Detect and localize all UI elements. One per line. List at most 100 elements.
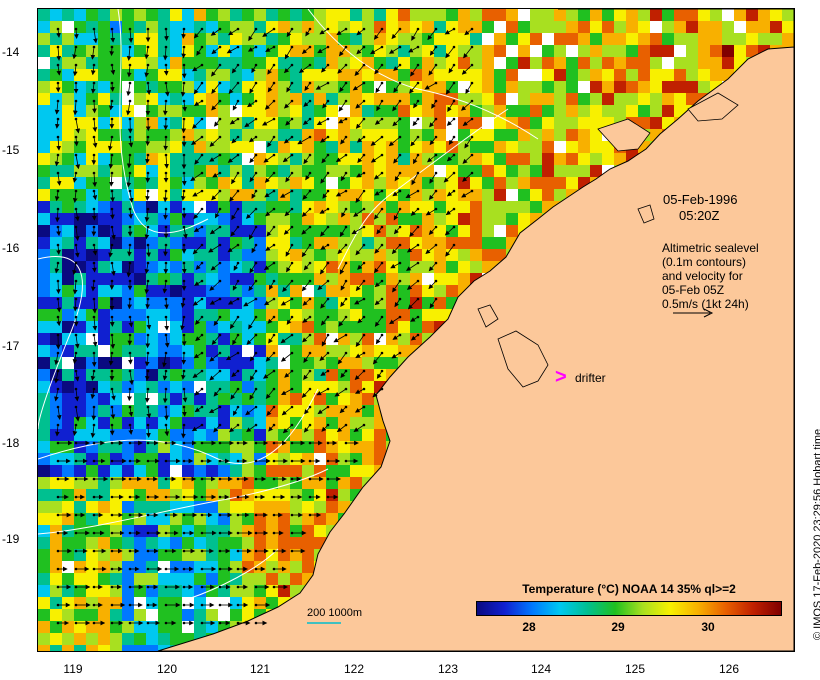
sst-cell [98, 417, 110, 429]
vector-origin [290, 279, 294, 283]
sst-cell [326, 357, 338, 369]
sst-cell [230, 393, 242, 405]
sst-cell [230, 165, 242, 177]
sst-cell [170, 21, 182, 33]
vector-origin [344, 225, 348, 229]
sst-cell [254, 597, 266, 609]
sst-cell [50, 333, 62, 345]
sst-cell [686, 69, 698, 81]
sst-cell [278, 153, 290, 165]
sst-cell [278, 189, 290, 201]
sst-cell [326, 93, 338, 105]
sst-cell [314, 153, 326, 165]
sst-cell [74, 429, 86, 441]
vector-origin [344, 279, 348, 283]
sst-cell [554, 153, 566, 165]
sst-cell [134, 333, 146, 345]
sst-cell [302, 393, 314, 405]
sst-cell [218, 525, 230, 537]
vector-origin [164, 117, 168, 121]
vector-origin [110, 81, 114, 85]
vector-origin [362, 243, 366, 247]
vector-origin [128, 45, 132, 49]
sst-cell [50, 177, 62, 189]
sst-cell [110, 321, 122, 333]
sst-cell [98, 153, 110, 165]
sst-cell [50, 117, 62, 129]
sst-cell [758, 33, 770, 45]
sst-cell [542, 105, 554, 117]
vector-origin [74, 243, 78, 247]
vector-origin [344, 153, 348, 157]
sst-cell [494, 57, 506, 69]
vector-origin [254, 135, 258, 139]
sst-cell [350, 177, 362, 189]
sst-cell [386, 9, 398, 21]
sst-cell [50, 273, 62, 285]
sst-cell [326, 501, 338, 513]
vector-origin [380, 369, 384, 373]
vector-origin [398, 207, 402, 211]
sst-cell [206, 105, 218, 117]
sst-cell [98, 333, 110, 345]
sst-cell [494, 165, 506, 177]
sst-cell [434, 213, 446, 225]
vector-origin [56, 135, 60, 139]
vector-origin [164, 621, 168, 625]
sst-cell [422, 21, 434, 33]
sst-cell [170, 309, 182, 321]
vector-origin [326, 279, 330, 283]
sst-cell [410, 333, 422, 345]
sst-cell [170, 237, 182, 249]
sst-cell [158, 213, 170, 225]
sst-cell [254, 525, 266, 537]
vector-origin [290, 315, 294, 319]
vector-origin [308, 207, 312, 211]
sst-cell [554, 81, 566, 93]
sst-cell [278, 405, 290, 417]
sst-cell [182, 105, 194, 117]
sst-cell [482, 237, 494, 249]
sst-cell [158, 129, 170, 141]
sst-cell [434, 141, 446, 153]
sst-cell [38, 189, 50, 201]
sst-cell [362, 21, 374, 33]
vector-origin [218, 369, 222, 373]
sst-cell [422, 321, 434, 333]
sst-cell [110, 645, 122, 651]
vector-origin [128, 477, 132, 481]
sst-cell [50, 45, 62, 57]
vector-origin [326, 117, 330, 121]
sst-cell [206, 381, 218, 393]
sst-cell [446, 249, 458, 261]
sst-cell [50, 597, 62, 609]
sst-cell [434, 69, 446, 81]
sst-cell [206, 609, 218, 621]
sst-cell [662, 93, 674, 105]
vector-origin [308, 513, 312, 517]
sst-cell [566, 45, 578, 57]
sst-cell [338, 297, 350, 309]
vector-origin [218, 315, 222, 319]
vector-origin [290, 297, 294, 301]
sst-cell [182, 465, 194, 477]
sst-cell [374, 141, 386, 153]
sst-cell [482, 93, 494, 105]
sst-cell [230, 81, 242, 93]
sst-cell [278, 93, 290, 105]
sst-cell [602, 57, 614, 69]
sst-cell [86, 285, 98, 297]
sst-cell [242, 597, 254, 609]
vector-origin [236, 405, 240, 409]
sst-cell [482, 9, 494, 21]
vector-origin [218, 207, 222, 211]
sst-cell [218, 213, 230, 225]
sst-cell [542, 93, 554, 105]
sst-cell [530, 177, 542, 189]
sst-cell [266, 177, 278, 189]
sst-cell [122, 597, 134, 609]
sst-cell [206, 357, 218, 369]
sst-cell [410, 117, 422, 129]
sst-cell [302, 501, 314, 513]
sst-cell [278, 561, 290, 573]
